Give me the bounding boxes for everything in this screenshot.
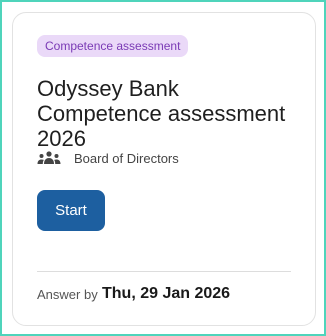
category-badge: Competence assessment [37,35,189,57]
group-people-icon [37,151,61,164]
assessment-card[interactable]: Competence assessment Odyssey Bank Compe… [12,12,316,326]
audience-label: Board of Directors [74,150,179,166]
audience-row: Board of Directors [37,150,179,166]
answer-by-date: Thu, 29 Jan 2026 [102,285,231,302]
page-frame: Competence assessment Odyssey Bank Compe… [0,0,326,336]
divider [37,271,291,272]
start-button[interactable]: Start [37,190,105,231]
answer-by-label: Answer by [37,287,98,302]
assessment-title: Odyssey Bank Competence assessment 2026 [37,76,286,151]
